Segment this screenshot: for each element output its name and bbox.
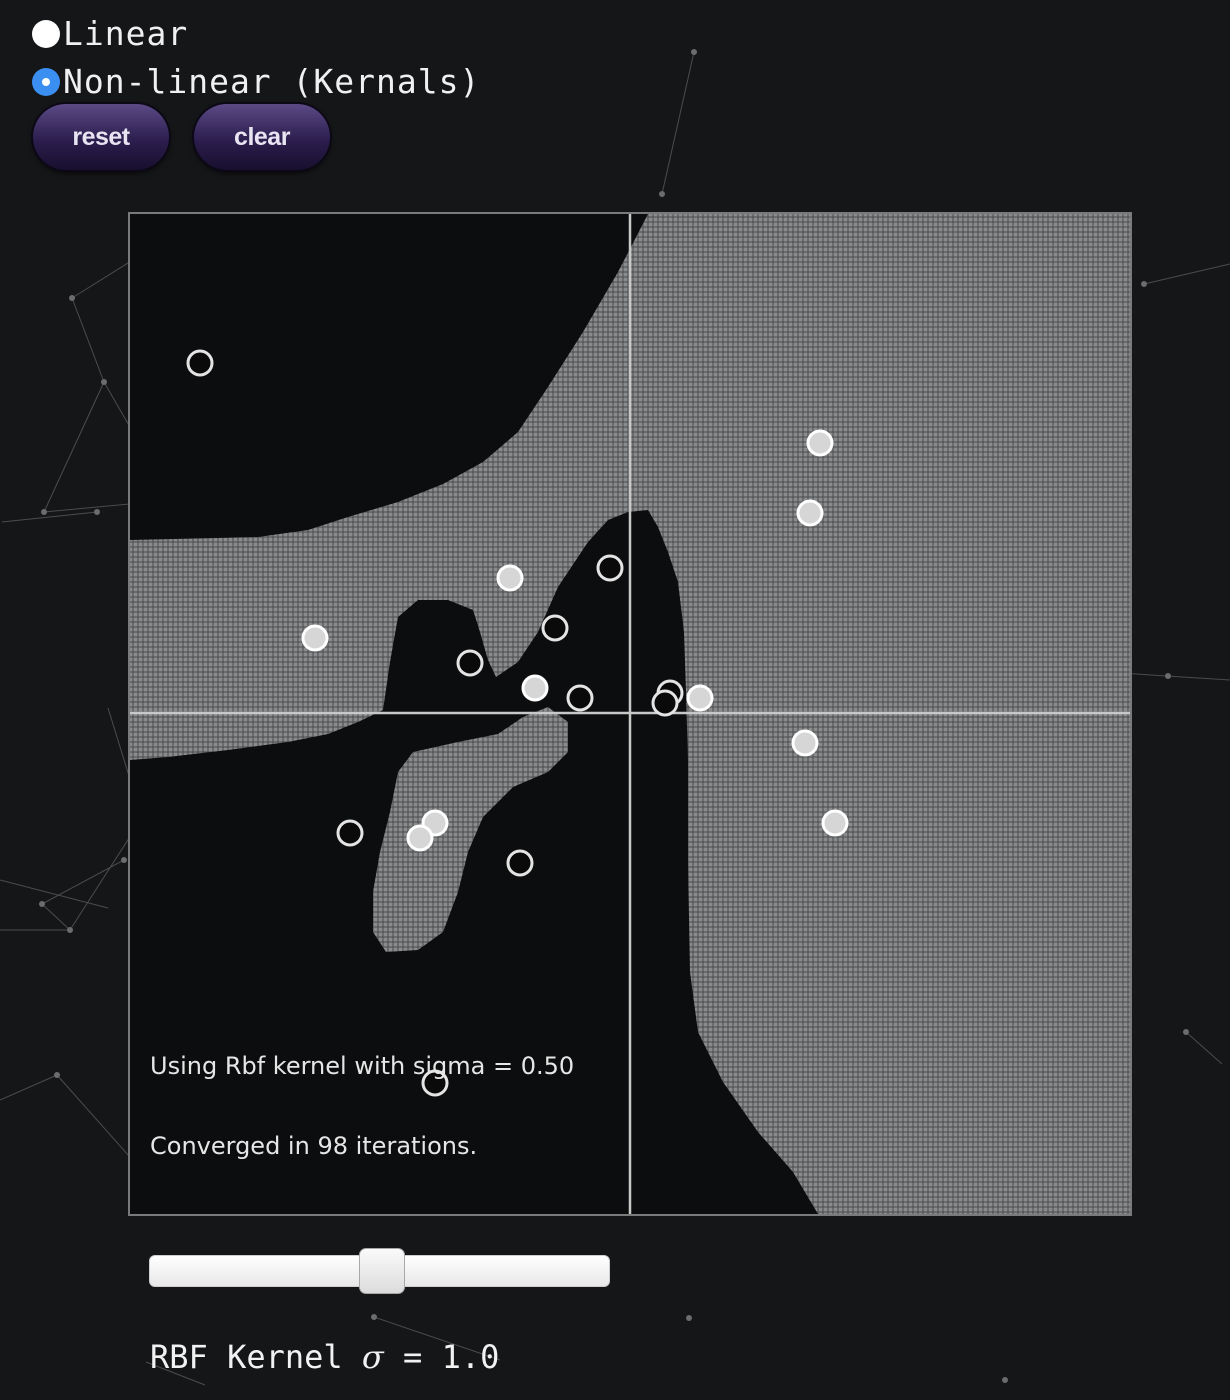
status-kernel-text: Using Rbf kernel with sigma = 0.50 bbox=[150, 1052, 574, 1080]
data-point-positive bbox=[521, 674, 549, 702]
data-point-positive bbox=[496, 564, 524, 592]
status-iterations-text: Converged in 98 iterations. bbox=[150, 1132, 477, 1160]
data-point-positive bbox=[406, 824, 434, 852]
kernel-sigma-label: RBF Kernel σ = 1.0 bbox=[150, 1338, 499, 1376]
svm-plot-canvas[interactable]: Using Rbf kernel with sigma = 0.50 Conve… bbox=[128, 212, 1132, 1216]
data-point-negative bbox=[596, 554, 624, 582]
radio-linear-label: Linear bbox=[63, 14, 189, 53]
radio-nonlinear-label: Non-linear (Kernals) bbox=[63, 62, 481, 101]
data-point-positive bbox=[301, 624, 329, 652]
data-point-negative bbox=[651, 689, 679, 717]
data-point-negative bbox=[456, 649, 484, 677]
data-point-negative bbox=[336, 819, 364, 847]
sigma-slider-thumb[interactable] bbox=[358, 1248, 405, 1294]
radio-linear-indicator[interactable] bbox=[32, 19, 60, 48]
kernel-label-value: = 1.0 bbox=[383, 1338, 500, 1376]
data-point-positive bbox=[796, 499, 824, 527]
radio-nonlinear-indicator[interactable] bbox=[32, 67, 60, 96]
data-point-positive bbox=[686, 684, 714, 712]
kernel-label-prefix: RBF Kernel bbox=[150, 1338, 362, 1376]
data-point-negative bbox=[506, 849, 534, 877]
data-point-positive bbox=[806, 429, 834, 457]
radio-linear[interactable]: Linear bbox=[32, 14, 188, 53]
clear-button[interactable]: clear bbox=[194, 104, 330, 170]
reset-button[interactable]: reset bbox=[33, 104, 169, 170]
data-point-positive bbox=[821, 809, 849, 837]
data-point-negative bbox=[186, 349, 214, 377]
data-point-negative bbox=[566, 684, 594, 712]
data-point-negative bbox=[541, 614, 569, 642]
radio-nonlinear[interactable]: Non-linear (Kernals) bbox=[32, 62, 480, 101]
sigma-symbol: σ bbox=[361, 1338, 384, 1376]
data-point-positive bbox=[791, 729, 819, 757]
